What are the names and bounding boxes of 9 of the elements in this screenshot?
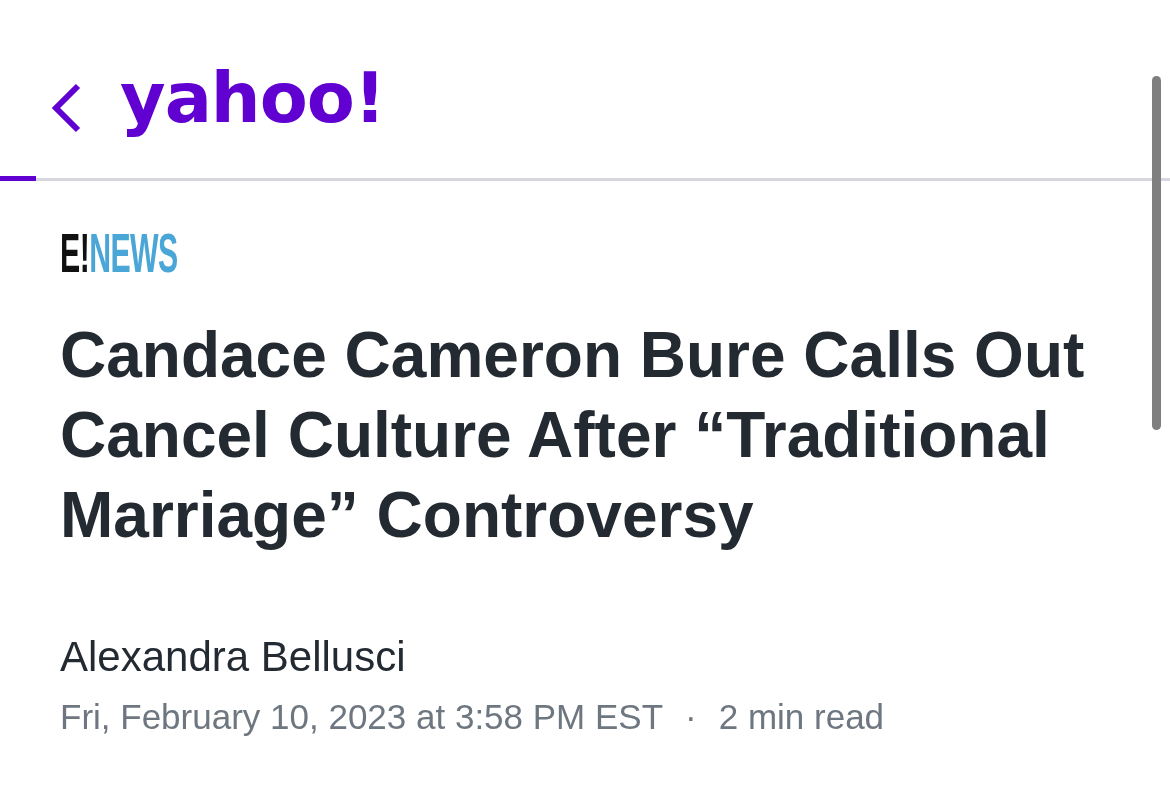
source-logo-mark: E! xyxy=(60,225,90,281)
author-name: Alexandra Bellusci xyxy=(60,632,406,682)
read-time: 2 min read xyxy=(718,696,885,738)
scrollbar-thumb[interactable] xyxy=(1152,76,1161,430)
chevron-left-icon[interactable] xyxy=(50,83,82,133)
article-headline: Candace Cameron Bure Calls Out Cancel Culture After “Traditional Marriage” Controversy xyxy=(60,318,1086,553)
publish-date: Fri, February 10, 2023 at 3:58 PM EST xyxy=(60,696,664,738)
source-logo-name: NEWS xyxy=(89,225,178,281)
separator-dot: · xyxy=(685,696,697,738)
